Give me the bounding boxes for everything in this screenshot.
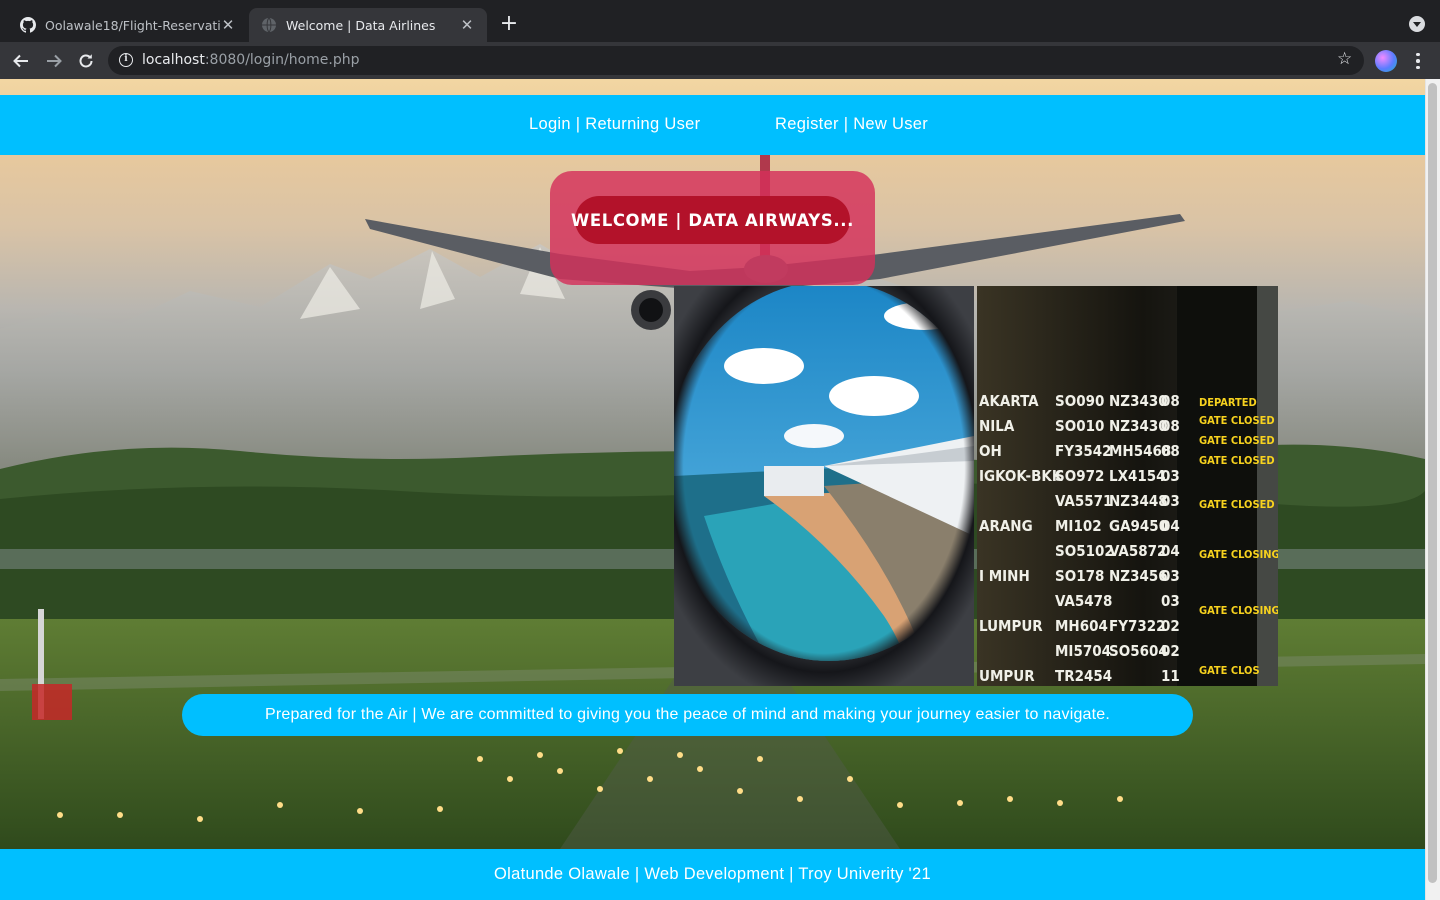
board-status-text: GATE CLOS <box>1199 664 1260 677</box>
board-flight: LX4154 <box>1109 467 1166 485</box>
browser-menu-icon[interactable] <box>1410 50 1426 72</box>
board-flight: SO010 <box>1055 417 1104 435</box>
github-icon <box>20 17 36 33</box>
url-path: :8080/login/home.php <box>204 52 360 68</box>
board-gate: 08 <box>1161 392 1180 410</box>
board-status-text: GATE CLOSED <box>1199 498 1275 511</box>
close-icon[interactable]: ✕ <box>459 16 475 34</box>
board-flight: VA5478 <box>1055 592 1112 610</box>
tab-title: Oolawale18/Flight-Reservation <box>45 17 220 33</box>
browser-toolbar: i localhost:8080/login/home.php ☆ <box>0 42 1440 79</box>
board-status-text: GATE CLOSED <box>1199 414 1275 427</box>
board-flight: VA5571 <box>1055 492 1112 510</box>
welcome-banner: WELCOME | DATA AIRWAYS... <box>550 171 875 285</box>
scrollbar-thumb[interactable] <box>1428 83 1437 883</box>
board-city: UMPUR <box>979 667 1035 685</box>
board-flight: SO090 <box>1055 392 1104 410</box>
board-flight: SO178 <box>1055 567 1104 585</box>
profile-avatar[interactable] <box>1375 50 1397 72</box>
board-flight: TR2454 <box>1055 667 1112 685</box>
board-gate: 02 <box>1161 642 1180 660</box>
board-city: IGKOK-BKK <box>979 467 1063 485</box>
tab-github[interactable]: Oolawale18/Flight-Reservation ✕ <box>8 8 248 42</box>
board-gate: 02 <box>1161 617 1180 635</box>
board-flight: NZ3430 <box>1109 417 1168 435</box>
board-gate: 11 <box>1161 667 1180 685</box>
board-status-text: GATE CLOSED <box>1199 434 1275 447</box>
globe-icon <box>261 17 277 33</box>
board-gate: 03 <box>1161 467 1180 485</box>
board-city: OH <box>979 442 1002 460</box>
register-link[interactable]: Register | New User <box>775 115 928 134</box>
board-flight: MI102 <box>1055 517 1102 535</box>
tab-title: Welcome | Data Airlines <box>286 17 436 33</box>
board-gate: 08 <box>1161 442 1180 460</box>
board-flight: NZ3430 <box>1109 392 1168 410</box>
board-status-text: GATE CLOSING <box>1199 548 1278 561</box>
board-gate: 04 <box>1161 542 1180 560</box>
forward-arrow-icon[interactable] <box>41 48 67 74</box>
airplane-window-photo <box>674 286 974 686</box>
board-flight: GA9450 <box>1109 517 1168 535</box>
board-status-text: DEPARTED <box>1199 396 1257 409</box>
back-arrow-icon[interactable] <box>8 48 34 74</box>
board-flight: SO5604 <box>1109 642 1168 660</box>
page-viewport: Login | Returning User Register | New Us… <box>0 79 1440 900</box>
url-text: localhost:8080/login/home.php <box>142 52 360 68</box>
board-flight: SO972 <box>1055 467 1104 485</box>
top-navigation: Login | Returning User Register | New Us… <box>0 95 1425 155</box>
site-info-icon[interactable]: i <box>119 53 133 67</box>
board-city: ARANG <box>979 517 1033 535</box>
welcome-title: WELCOME | DATA AIRWAYS... <box>571 196 853 244</box>
tab-search-icon[interactable] <box>1409 16 1425 32</box>
reload-icon[interactable] <box>73 48 99 74</box>
board-gate: 04 <box>1161 517 1180 535</box>
browser-tab-strip: Oolawale18/Flight-Reservation ✕ Welcome … <box>0 0 1440 42</box>
tagline-banner: Prepared for the Air | We are committed … <box>182 694 1193 736</box>
board-city: LUMPUR <box>979 617 1043 635</box>
board-flight: FY3542 <box>1055 442 1112 460</box>
board-city: I MINH <box>979 567 1030 585</box>
board-flight: MH604 <box>1055 617 1108 635</box>
address-bar[interactable]: i localhost:8080/login/home.php ☆ <box>108 46 1364 75</box>
board-city: AKARTA <box>979 392 1039 410</box>
board-flight: SO5102 <box>1055 542 1114 560</box>
board-flight: NZ3456 <box>1109 567 1168 585</box>
board-gate: 03 <box>1161 592 1180 610</box>
url-host: localhost <box>142 52 205 68</box>
board-city: NILA <box>979 417 1015 435</box>
board-status-text: GATE CLOSED <box>1199 454 1275 467</box>
bookmark-star-icon[interactable]: ☆ <box>1337 49 1352 69</box>
login-link[interactable]: Login | Returning User <box>529 115 700 134</box>
board-status-text: GATE CLOSING <box>1199 604 1278 617</box>
board-flight: NZ3448 <box>1109 492 1168 510</box>
departures-board-photo: AKARTA SO090 NZ3430 08 NILA SO010 NZ3430 08 OH FY… <box>977 286 1278 686</box>
tab-welcome[interactable]: Welcome | Data Airlines ✕ <box>249 8 487 42</box>
board-flight: MI5704 <box>1055 642 1111 660</box>
board-gate: 08 <box>1161 417 1180 435</box>
new-tab-button[interactable]: + <box>498 13 520 35</box>
page-footer: Olatunde Olawale | Web Development | Tro… <box>0 849 1425 900</box>
board-flight: FY7322 <box>1109 617 1166 635</box>
close-icon[interactable]: ✕ <box>220 16 236 34</box>
board-gate: 03 <box>1161 492 1180 510</box>
board-gate: 03 <box>1161 567 1180 585</box>
board-flight: VA5872 <box>1109 542 1166 560</box>
